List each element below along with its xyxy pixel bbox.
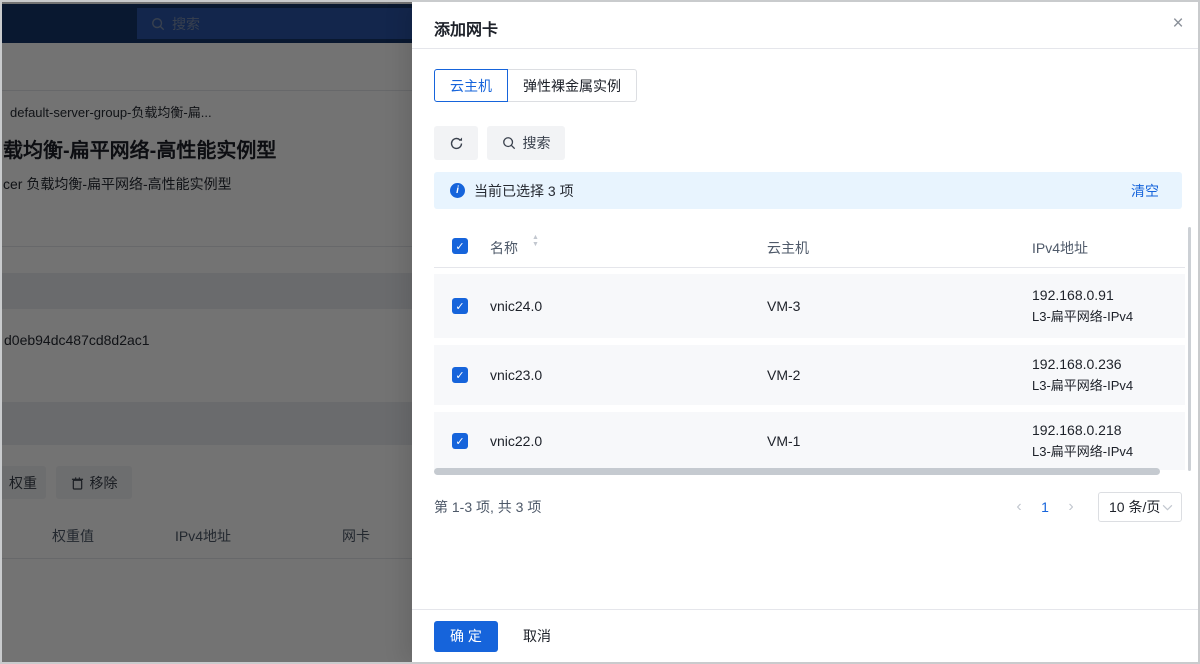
drawer-title: 添加网卡 (434, 16, 498, 40)
ip-cell: 192.168.0.218 L3-扁平网络-IPv4 (1032, 420, 1133, 462)
close-icon[interactable]: × (1164, 10, 1192, 38)
drawer-header: 添加网卡 × (412, 2, 1200, 49)
ipv4-address: 192.168.0.236 (1032, 354, 1133, 375)
table-row[interactable]: ✓ vnic24.0 VM-3 192.168.0.91 L3-扁平网络-IPv… (434, 274, 1185, 338)
table-header-row: ✓ 名称 ▲ ▼ 云主机 IPv4地址 (434, 227, 1185, 268)
sort-desc-icon: ▼ (532, 241, 539, 248)
pagination-summary: 第 1-3 项, 共 3 项 (434, 497, 541, 517)
page-size-select[interactable]: 10 条/页 (1098, 492, 1182, 522)
table-toolbar: 搜索 (434, 126, 565, 160)
nic-name: vnic23.0 (490, 367, 542, 383)
column-header-vm: 云主机 (767, 238, 809, 258)
clear-selection-link[interactable]: 清空 (1131, 181, 1159, 201)
cancel-button[interactable]: 取消 (523, 626, 551, 646)
ipv4-address: 192.168.0.91 (1032, 285, 1133, 306)
next-page-icon[interactable]: › (1060, 498, 1082, 516)
sort-asc-icon: ▲ (532, 234, 539, 241)
confirm-button[interactable]: 确 定 (434, 621, 498, 652)
table-row[interactable]: ✓ vnic23.0 VM-2 192.168.0.236 L3-扁平网络-IP… (434, 345, 1185, 405)
ip-cell: 192.168.0.236 L3-扁平网络-IPv4 (1032, 354, 1133, 396)
pagination: 第 1-3 项, 共 3 项 ‹ 1 › 10 条/页 (434, 492, 1182, 522)
info-icon: i (450, 183, 465, 198)
search-button-label: 搜索 (523, 133, 551, 153)
tab-vm[interactable]: 云主机 (434, 69, 508, 102)
nic-name: vnic22.0 (490, 433, 542, 449)
search-button[interactable]: 搜索 (487, 126, 565, 160)
screen: 搜索 default-server-group-负载均衡-扁... 载均衡-扁平… (0, 0, 1200, 664)
refresh-icon (449, 136, 464, 151)
row-checkbox[interactable]: ✓ (452, 298, 468, 314)
ip-cell: 192.168.0.91 L3-扁平网络-IPv4 (1032, 285, 1133, 327)
page-size-value: 10 条/页 (1109, 497, 1160, 517)
l3-network: L3-扁平网络-IPv4 (1032, 375, 1133, 396)
vm-name: VM-2 (767, 367, 800, 383)
ipv4-address: 192.168.0.218 (1032, 420, 1133, 441)
row-checkbox[interactable]: ✓ (452, 367, 468, 383)
instance-type-tabs: 云主机 弹性裸金属实例 (434, 69, 637, 102)
nic-name: vnic24.0 (490, 298, 542, 314)
tab-baremetal[interactable]: 弹性裸金属实例 (508, 69, 637, 102)
column-header-name: 名称 (490, 238, 518, 258)
pagination-controls: ‹ 1 › 10 条/页 (1008, 492, 1182, 522)
vm-name: VM-3 (767, 298, 800, 314)
l3-network: L3-扁平网络-IPv4 (1032, 306, 1133, 327)
horizontal-scrollbar[interactable] (434, 468, 1160, 475)
drawer-footer: 确 定 取消 (412, 609, 1200, 662)
l3-network: L3-扁平网络-IPv4 (1032, 441, 1133, 462)
refresh-button[interactable] (434, 126, 478, 160)
sort-control[interactable]: ▲ ▼ (532, 234, 539, 248)
select-all-checkbox[interactable]: ✓ (452, 238, 468, 254)
search-icon (502, 136, 516, 150)
row-checkbox[interactable]: ✓ (452, 433, 468, 449)
selection-count-text: 当前已选择 3 项 (474, 181, 574, 201)
drawer-mask[interactable] (2, 2, 412, 662)
chevron-down-icon (1162, 504, 1173, 511)
vertical-scrollbar[interactable] (1188, 227, 1191, 471)
column-header-ipv4: IPv4地址 (1032, 238, 1088, 258)
prev-page-icon[interactable]: ‹ (1008, 498, 1030, 516)
selection-info-bar: i 当前已选择 3 项 清空 (434, 172, 1182, 209)
page-number[interactable]: 1 (1034, 499, 1056, 515)
table-row[interactable]: ✓ vnic22.0 VM-1 192.168.0.218 L3-扁平网络-IP… (434, 412, 1185, 470)
vm-name: VM-1 (767, 433, 800, 449)
add-nic-drawer: 添加网卡 × 云主机 弹性裸金属实例 搜索 i 当前已选择 3 项 清空 ✓ 名… (412, 2, 1200, 662)
